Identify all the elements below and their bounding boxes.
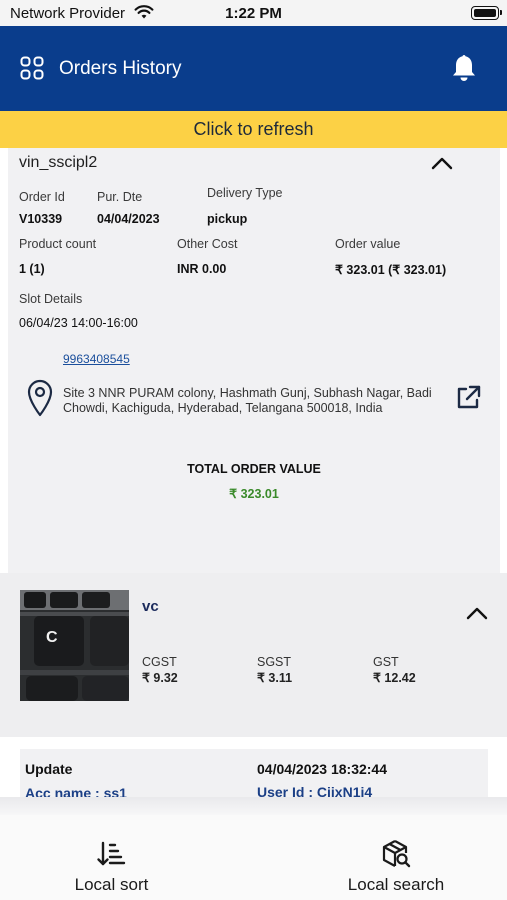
delivery-type-label: Delivery Type: [207, 186, 283, 200]
status-bar: Network Provider 1:22 PM: [0, 0, 507, 26]
sgst-label: SGST: [257, 655, 292, 669]
product-count-label: Product count: [19, 237, 97, 251]
section-divider: [0, 737, 507, 749]
purchase-date-label: Pur. Dte: [97, 190, 143, 204]
local-search-tab[interactable]: Local search: [332, 815, 460, 900]
sort-icon: [97, 841, 126, 866]
user-id: User Id : CiixN1i4: [257, 784, 373, 797]
grid-icon[interactable]: [20, 56, 44, 80]
local-sort-label: Local sort: [74, 875, 149, 894]
clock: 1:22 PM: [225, 5, 282, 22]
order-value-value: ₹ 323.01 (₹ 323.01): [335, 263, 447, 277]
gst-label: GST: [373, 655, 399, 669]
product-count-value: 1 (1): [19, 262, 45, 276]
scroll-fade: [0, 797, 507, 815]
sgst-value: ₹ 3.11: [257, 671, 293, 685]
total-order-value-label: TOTAL ORDER VALUE: [187, 462, 321, 476]
cgst-value: ₹ 9.32: [142, 671, 178, 685]
order-id-label: Order Id: [19, 190, 65, 204]
account-name: Acc name : ss1: [25, 785, 127, 797]
chevron-up-icon[interactable]: [431, 156, 453, 170]
product-thumbnail: C: [20, 590, 129, 701]
app-header: Orders History: [0, 26, 507, 111]
update-datetime: 04/04/2023 18:32:44: [257, 761, 387, 777]
location-pin-icon: [27, 379, 53, 417]
gst-value: ₹ 12.42: [373, 671, 416, 685]
purchase-date-value: 04/04/2023: [97, 212, 160, 226]
slot-details-value: 06/04/23 14:00-16:00: [19, 316, 138, 330]
bell-icon[interactable]: [451, 53, 477, 83]
delivery-type-value: pickup: [207, 212, 248, 226]
refresh-button[interactable]: Click to refresh: [0, 111, 507, 148]
slot-details-label: Slot Details: [19, 292, 83, 306]
keycap-letter: C: [46, 629, 58, 646]
bottom-nav: Local sort Local search: [0, 815, 507, 900]
phone-link[interactable]: 9963408545: [63, 352, 130, 366]
order-value-label: Order value: [335, 237, 401, 251]
package-search-icon: [382, 840, 411, 868]
cgst-label: CGST: [142, 655, 177, 669]
chevron-up-icon[interactable]: [466, 606, 488, 620]
store-name: vin_sscipl2: [19, 154, 98, 171]
total-order-value: ₹ 323.01: [229, 487, 279, 501]
other-cost-value: INR 0.00: [177, 262, 227, 276]
update-label: Update: [25, 761, 73, 777]
item-name: vc: [142, 598, 159, 615]
local-sort-tab[interactable]: Local sort: [54, 815, 169, 900]
delivery-address: Site 3 NNR PURAM colony, Hashmath Gunj, …: [63, 386, 432, 415]
external-link-icon[interactable]: [454, 384, 482, 412]
local-search-label: Local search: [347, 875, 445, 894]
update-card: Update 04/04/2023 18:32:44 Acc name : ss…: [20, 749, 488, 797]
other-cost-label: Other Cost: [177, 237, 238, 251]
page-title: Orders History: [59, 58, 182, 79]
battery-icon: [471, 6, 502, 20]
order-card: vin_sscipl2 Order Id V10339 Pur. Dte 04/…: [8, 148, 500, 573]
order-id-value: V10339: [19, 212, 63, 226]
item-card: C vc CGST ₹ 9.32 SGST ₹ 3.11 GST ₹ 12.42: [0, 573, 507, 737]
